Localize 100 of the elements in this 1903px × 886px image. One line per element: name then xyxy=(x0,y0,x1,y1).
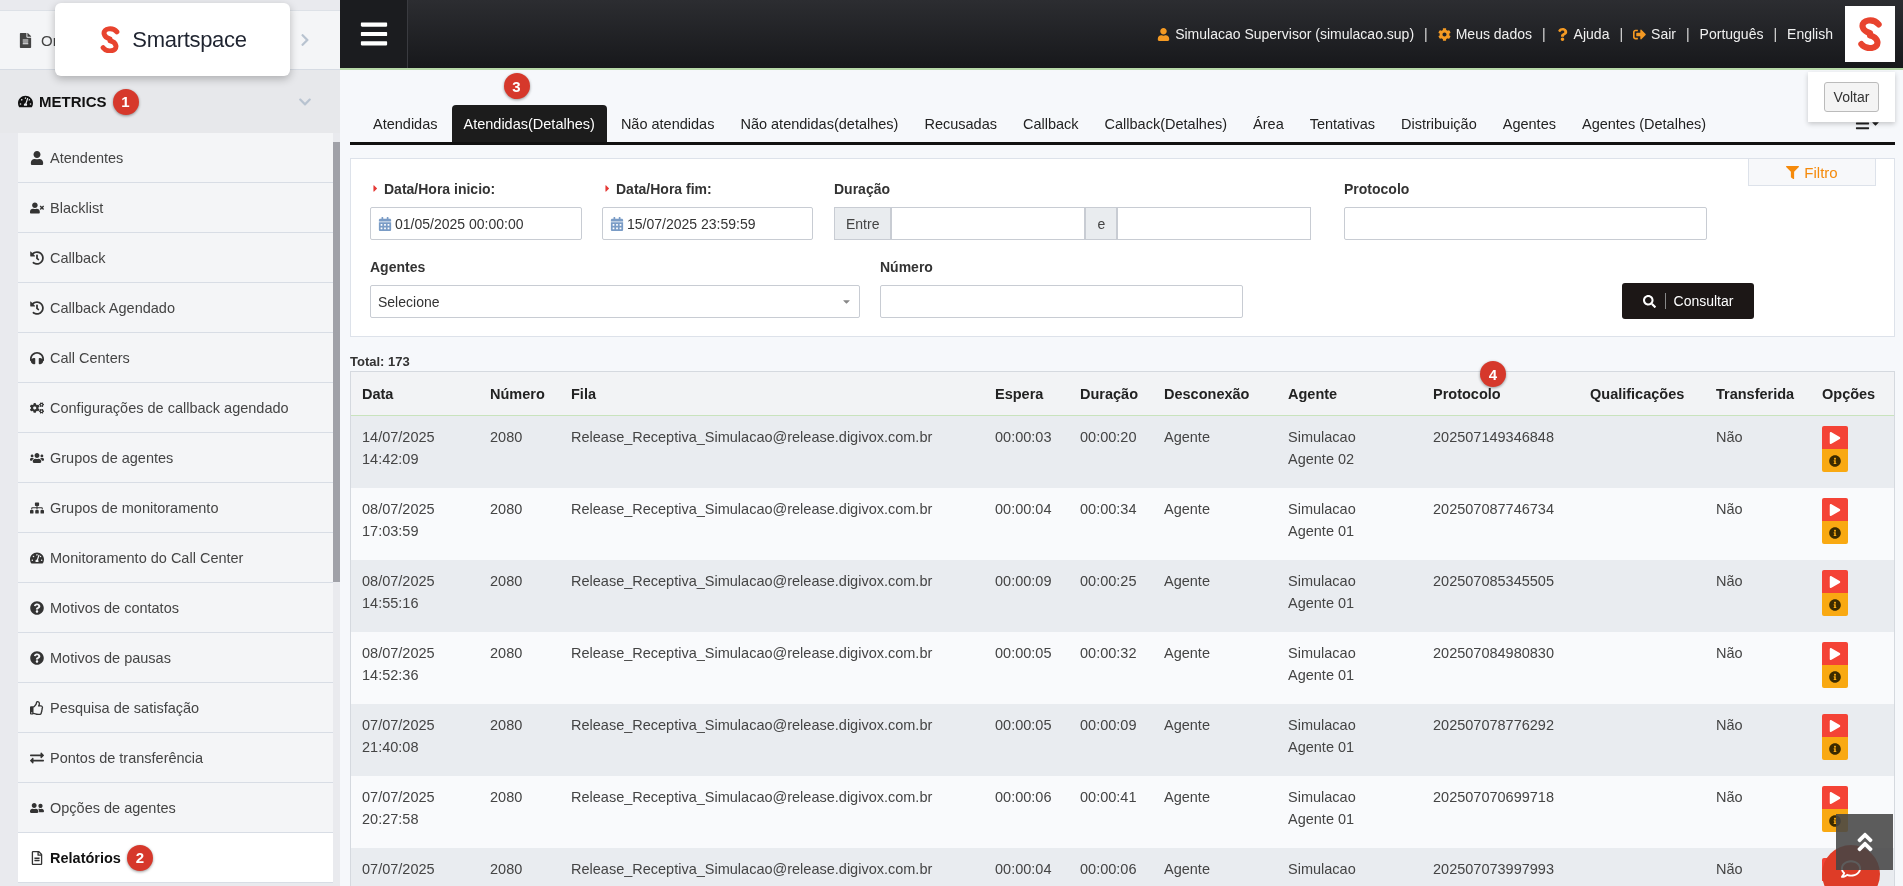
input-field[interactable] xyxy=(1344,207,1707,240)
info-button[interactable] xyxy=(1822,665,1848,688)
column-header[interactable]: Espera xyxy=(984,385,1069,402)
info-icon xyxy=(1829,598,1841,611)
tab[interactable]: Atendidas xyxy=(361,105,450,142)
column-header[interactable]: Data xyxy=(351,385,479,402)
step-badge: 1 xyxy=(112,88,139,115)
table-cell-text: 08/07/2025 14:55:16 xyxy=(361,572,436,613)
tab[interactable]: Não atendidas xyxy=(608,105,727,142)
table-cell-text: 00:00:05 xyxy=(994,644,1053,663)
sidebar-item[interactable]: Pesquisa de satisfação xyxy=(18,683,333,733)
sidebar-item[interactable]: Grupos de agentes xyxy=(18,433,333,483)
table-cell-text: 00:00:06 xyxy=(994,788,1053,807)
field-label: Número xyxy=(880,257,934,276)
play-button[interactable] xyxy=(1822,642,1848,665)
tab[interactable]: Não atendidas(detalhes) xyxy=(728,105,911,142)
column-header[interactable]: Agente xyxy=(1277,385,1422,402)
calendar-icon xyxy=(610,216,624,231)
table-cell-text: 2080 xyxy=(489,500,524,519)
column-header[interactable]: Fila xyxy=(560,385,984,402)
table-cell-text: Não xyxy=(1715,716,1744,735)
column-header[interactable]: Desconexão xyxy=(1153,385,1277,402)
table-cell-text: Release_Receptiva_Simulacao@release.digivox.com.br xyxy=(570,716,934,735)
info-button[interactable] xyxy=(1822,737,1848,760)
question-icon xyxy=(30,650,44,665)
nav-link[interactable]: Sair xyxy=(1633,26,1676,42)
sidebar-item[interactable]: Callback xyxy=(18,233,333,283)
language-link[interactable]: English xyxy=(1787,26,1833,42)
play-button[interactable] xyxy=(1822,786,1848,809)
sidebar-item[interactable]: Atendentes xyxy=(18,133,333,183)
sidebar-item[interactable]: Blacklist xyxy=(18,183,333,233)
column-header[interactable]: Opções xyxy=(1811,385,1894,402)
tab[interactable]: Tentativas xyxy=(1297,105,1387,142)
language-link[interactable]: Português xyxy=(1699,26,1764,42)
table-cell-text: 00:00:03 xyxy=(994,428,1053,447)
sidebar-item-label: Pesquisa de satisfação xyxy=(50,699,200,716)
table-cell-text: Agente xyxy=(1163,788,1211,807)
tab[interactable]: Callback xyxy=(1010,105,1091,142)
tab[interactable]: Área xyxy=(1241,105,1296,142)
nav-link[interactable]: Ajuda xyxy=(1555,26,1610,42)
column-header[interactable]: Qualificações xyxy=(1579,385,1705,402)
tab[interactable]: Callback(Detalhes) xyxy=(1092,105,1240,142)
agent-select[interactable]: Selecione xyxy=(370,285,860,318)
nav-link[interactable]: Simulacao Supervisor (simulacao.sup) xyxy=(1157,26,1415,42)
table-cell-text: 2080 xyxy=(489,860,524,879)
scrollbar[interactable] xyxy=(333,142,340,582)
sidebar-item[interactable]: Monitoramento do Call Center xyxy=(18,533,333,583)
play-icon xyxy=(1829,503,1841,516)
table-cell-text: Não xyxy=(1715,644,1744,663)
date-field[interactable]: 01/05/2025 00:00:00 xyxy=(370,207,582,240)
search-button[interactable]: Consultar xyxy=(1622,283,1754,319)
tab[interactable]: Recusadas xyxy=(912,105,1009,142)
field-label: Duração xyxy=(834,179,892,198)
column-header[interactable]: Transferida xyxy=(1705,385,1811,402)
tab[interactable]: Agentes (Detalhes) xyxy=(1569,105,1719,142)
menu-button[interactable] xyxy=(340,0,408,68)
sidebar-item-label: Relatórios xyxy=(50,849,121,866)
gears-icon xyxy=(30,400,44,415)
tab[interactable]: Agentes xyxy=(1490,105,1568,142)
sidebar-item[interactable]: Callback Agendado xyxy=(18,283,333,333)
play-button[interactable] xyxy=(1822,570,1848,593)
field-label: Data/Hora inicio: xyxy=(370,179,582,198)
sidebar-item[interactable]: Motivos de contatos xyxy=(18,583,333,633)
max-duration-field[interactable] xyxy=(1117,207,1312,240)
min-duration-field[interactable] xyxy=(891,207,1086,240)
table-cell-text: 202507087746734 xyxy=(1432,500,1555,519)
logo-box[interactable] xyxy=(1845,6,1895,62)
table-cell-text: 202507084980830 xyxy=(1432,644,1555,663)
column-header[interactable]: Número xyxy=(479,385,560,402)
play-button[interactable] xyxy=(1822,498,1848,521)
play-button[interactable] xyxy=(1822,714,1848,737)
info-button[interactable] xyxy=(1822,521,1848,544)
sidebar-item[interactable]: Call Centers xyxy=(18,333,333,383)
back-button[interactable]: Voltar xyxy=(1823,82,1880,112)
play-button[interactable] xyxy=(1822,426,1848,449)
date-field[interactable]: 15/07/2025 23:59:59 xyxy=(602,207,813,240)
table-cell-text: Simulacao Agente 01 xyxy=(1287,788,1357,829)
help-icon xyxy=(1555,27,1569,41)
sidebar-item[interactable]: Opções de agentes xyxy=(18,783,333,833)
sidebar-item[interactable]: Relatórios 2 xyxy=(18,833,333,883)
column-header[interactable]: Duração xyxy=(1069,385,1153,402)
info-button[interactable] xyxy=(1822,593,1848,616)
sidebar-item[interactable]: Configurações de callback agendado xyxy=(18,383,333,433)
table-cell-text: Simulacao Agente 02 xyxy=(1287,428,1357,469)
nav-link[interactable]: Meus dados xyxy=(1437,26,1532,42)
play-icon xyxy=(1829,575,1841,588)
play-icon xyxy=(1829,647,1841,660)
table-cell-text: 14/07/2025 14:42:09 xyxy=(361,428,436,469)
scroll-top-button[interactable] xyxy=(1836,814,1893,870)
input-field[interactable] xyxy=(880,285,1243,318)
sidebar-item[interactable]: Motivos de pausas xyxy=(18,633,333,683)
table-cell-text: 00:00:25 xyxy=(1079,572,1138,591)
table-cell-text: Simulacao Agente 01 xyxy=(1287,644,1357,685)
sidebar-item[interactable]: Grupos de monitoramento xyxy=(18,483,333,533)
table-cell-text: Release_Receptiva_Simulacao@release.digivox.com.br xyxy=(570,428,934,447)
column-header[interactable]: Protocolo xyxy=(1422,385,1579,402)
tab[interactable]: Distribuição xyxy=(1389,105,1489,142)
info-button[interactable] xyxy=(1822,449,1848,472)
sidebar-item[interactable]: Pontos de transferência xyxy=(18,733,333,783)
logo-icon xyxy=(1855,16,1885,52)
